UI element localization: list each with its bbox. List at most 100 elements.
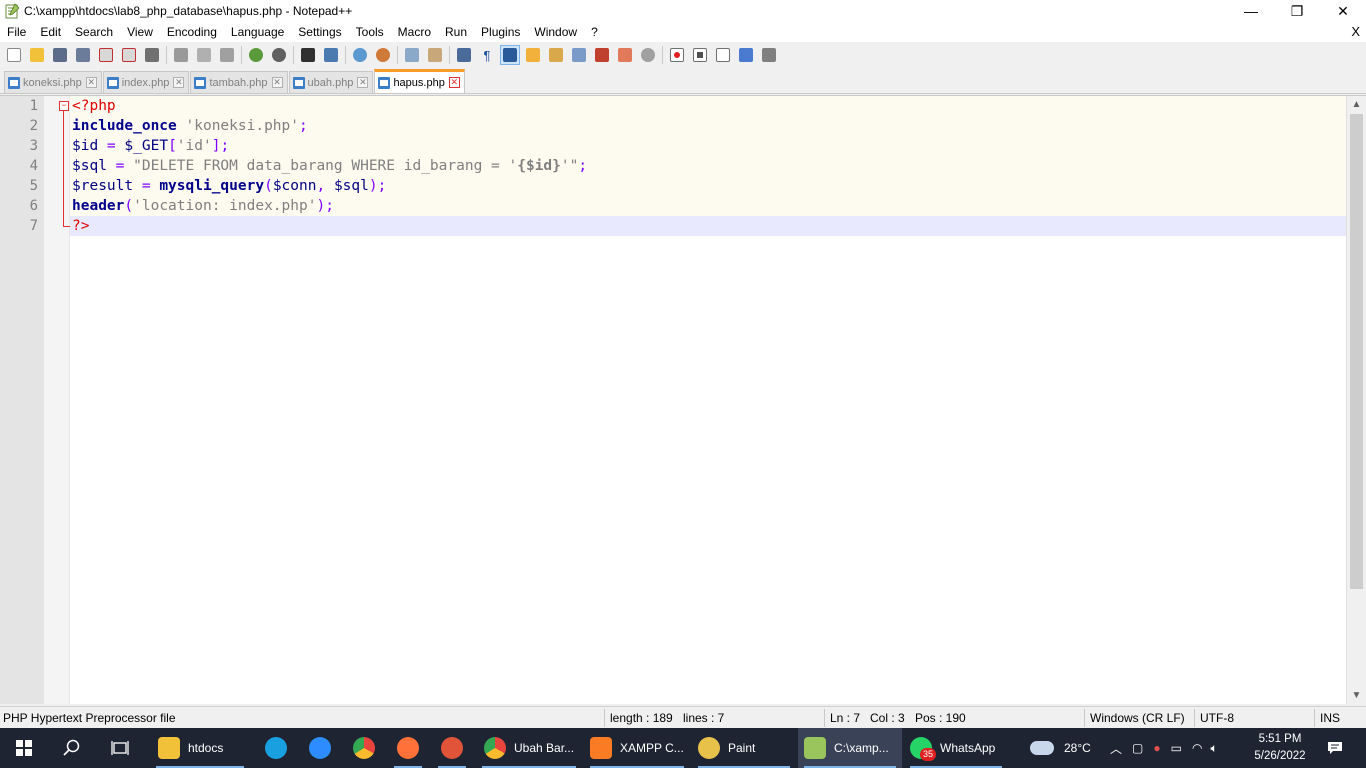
stop-macro-icon[interactable] <box>690 45 710 65</box>
replace-icon[interactable] <box>321 45 341 65</box>
menu-help[interactable]: ? <box>584 22 605 42</box>
close-document-button[interactable]: X <box>1351 22 1360 42</box>
menu-language[interactable]: Language <box>224 22 291 42</box>
print-icon[interactable] <box>142 45 162 65</box>
close-tab-icon[interactable]: ✕ <box>85 77 97 88</box>
word-wrap-icon[interactable] <box>454 45 474 65</box>
vertical-scrollbar[interactable]: ▲ ▼ <box>1346 96 1366 704</box>
play-macro-icon[interactable] <box>713 45 733 65</box>
close-tab-icon[interactable]: ✕ <box>448 77 460 88</box>
indent-guide-icon[interactable] <box>500 45 520 65</box>
cut-icon[interactable] <box>171 45 191 65</box>
menu-run[interactable]: Run <box>438 22 474 42</box>
tab-hapus[interactable]: hapus.php ✕ <box>374 69 465 93</box>
volume-icon[interactable]: 🔈︎ <box>1210 741 1217 756</box>
taskbar: htdocs Ubah Bar... XAMPP C... Paint C:\x… <box>0 728 1366 768</box>
taskbar-zoom[interactable] <box>300 728 340 768</box>
menu-plugins[interactable]: Plugins <box>474 22 527 42</box>
status-length: length : 189 <box>610 711 673 725</box>
close-tab-icon[interactable]: ✕ <box>271 77 283 88</box>
notifications-button[interactable] <box>1320 728 1350 768</box>
undo-icon[interactable] <box>246 45 266 65</box>
taskbar-firefox[interactable] <box>388 728 428 768</box>
scroll-down-icon[interactable]: ▼ <box>1347 687 1366 704</box>
redo-icon[interactable] <box>269 45 289 65</box>
fold-toggle-icon[interactable]: − <box>59 101 69 111</box>
zoom-out-icon[interactable] <box>373 45 393 65</box>
chrome-icon <box>353 737 375 759</box>
doc-list-icon[interactable] <box>569 45 589 65</box>
tab-tambah[interactable]: tambah.php ✕ <box>190 71 288 93</box>
close-tab-icon[interactable]: ✕ <box>173 77 185 88</box>
save-icon[interactable] <box>50 45 70 65</box>
tab-ubah[interactable]: ubah.php ✕ <box>288 71 374 93</box>
user-language-icon[interactable] <box>523 45 543 65</box>
window-title: C:\xampp\htdocs\lab8_php_database\hapus.… <box>24 4 353 18</box>
status-eol[interactable]: Windows (CR LF) <box>1090 707 1185 729</box>
sync-vertical-icon[interactable] <box>402 45 422 65</box>
taskbar-htdocs[interactable]: htdocs <box>150 728 250 768</box>
scroll-up-icon[interactable]: ▲ <box>1347 96 1366 113</box>
minimize-button[interactable]: — <box>1228 0 1274 22</box>
line-number: 1 <box>29 98 38 114</box>
menu-settings[interactable]: Settings <box>291 22 348 42</box>
tab-index[interactable]: index.php ✕ <box>102 71 190 93</box>
taskbar-chrome-ubah[interactable]: Ubah Bar... <box>476 728 582 768</box>
taskbar-chrome[interactable] <box>344 728 384 768</box>
code-line-6: header('location: index.php'); <box>70 196 1346 216</box>
battery-icon[interactable]: ▭ <box>1171 741 1182 755</box>
sync-horizontal-icon[interactable] <box>425 45 445 65</box>
chevron-up-icon[interactable]: ︿ <box>1110 740 1122 757</box>
close-file-icon[interactable] <box>96 45 116 65</box>
network-error-icon[interactable]: ● <box>1153 741 1160 755</box>
meet-icon[interactable]: ▢ <box>1132 741 1143 755</box>
menu-macro[interactable]: Macro <box>391 22 438 42</box>
zoom-in-icon[interactable] <box>350 45 370 65</box>
taskbar-edge[interactable] <box>256 728 296 768</box>
taskbar-whatsapp[interactable]: 35 WhatsApp <box>904 728 1008 768</box>
status-encoding[interactable]: UTF-8 <box>1200 707 1234 729</box>
weather-widget[interactable]: 28°C <box>1030 728 1091 768</box>
menu-view[interactable]: View <box>120 22 160 42</box>
find-icon[interactable] <box>298 45 318 65</box>
wifi-icon[interactable]: ◠ <box>1192 741 1202 755</box>
function-list-icon[interactable] <box>592 45 612 65</box>
new-file-icon[interactable] <box>4 45 24 65</box>
copy-icon[interactable] <box>194 45 214 65</box>
paste-icon[interactable] <box>217 45 237 65</box>
menu-edit[interactable]: Edit <box>33 22 68 42</box>
close-tab-icon[interactable]: ✕ <box>357 77 369 88</box>
save-macro-icon[interactable] <box>759 45 779 65</box>
clock-date: 5/26/2022 <box>1254 750 1306 762</box>
menu-search[interactable]: Search <box>68 22 120 42</box>
code-area[interactable]: <?php include_once 'koneksi.php'; $id = … <box>70 96 1346 704</box>
scroll-thumb[interactable] <box>1350 114 1363 589</box>
taskbar-xampp[interactable]: XAMPP C... <box>584 728 690 768</box>
doc-map-icon[interactable] <box>546 45 566 65</box>
task-view-button[interactable] <box>96 728 144 768</box>
toolbar-separator <box>397 46 398 64</box>
start-button[interactable] <box>0 728 48 768</box>
menu-file[interactable]: File <box>0 22 33 42</box>
taskbar-paint[interactable]: Paint <box>692 728 796 768</box>
clock[interactable]: 5:51 PM 5/26/2022 <box>1252 731 1308 765</box>
tab-koneksi[interactable]: koneksi.php ✕ <box>4 71 102 93</box>
close-button[interactable]: ✕ <box>1320 0 1366 22</box>
taskbar-app[interactable] <box>432 728 472 768</box>
editor[interactable]: 1 2 3 4 5 6 7 − <?php include_once 'kone… <box>0 95 1366 704</box>
show-all-chars-icon[interactable]: ¶ <box>477 45 497 65</box>
close-all-icon[interactable] <box>119 45 139 65</box>
monitoring-icon[interactable] <box>638 45 658 65</box>
restore-button[interactable]: ❐ <box>1274 0 1320 22</box>
record-macro-icon[interactable] <box>667 45 687 65</box>
menu-tools[interactable]: Tools <box>349 22 391 42</box>
menu-encoding[interactable]: Encoding <box>160 22 224 42</box>
windows-icon <box>16 740 32 756</box>
search-button[interactable] <box>48 728 96 768</box>
save-all-icon[interactable] <box>73 45 93 65</box>
menu-window[interactable]: Window <box>527 22 584 42</box>
open-file-icon[interactable] <box>27 45 47 65</box>
run-macro-multiple-icon[interactable] <box>736 45 756 65</box>
taskbar-notepadpp[interactable]: C:\xamp... <box>798 728 902 768</box>
folder-workspace-icon[interactable] <box>615 45 635 65</box>
